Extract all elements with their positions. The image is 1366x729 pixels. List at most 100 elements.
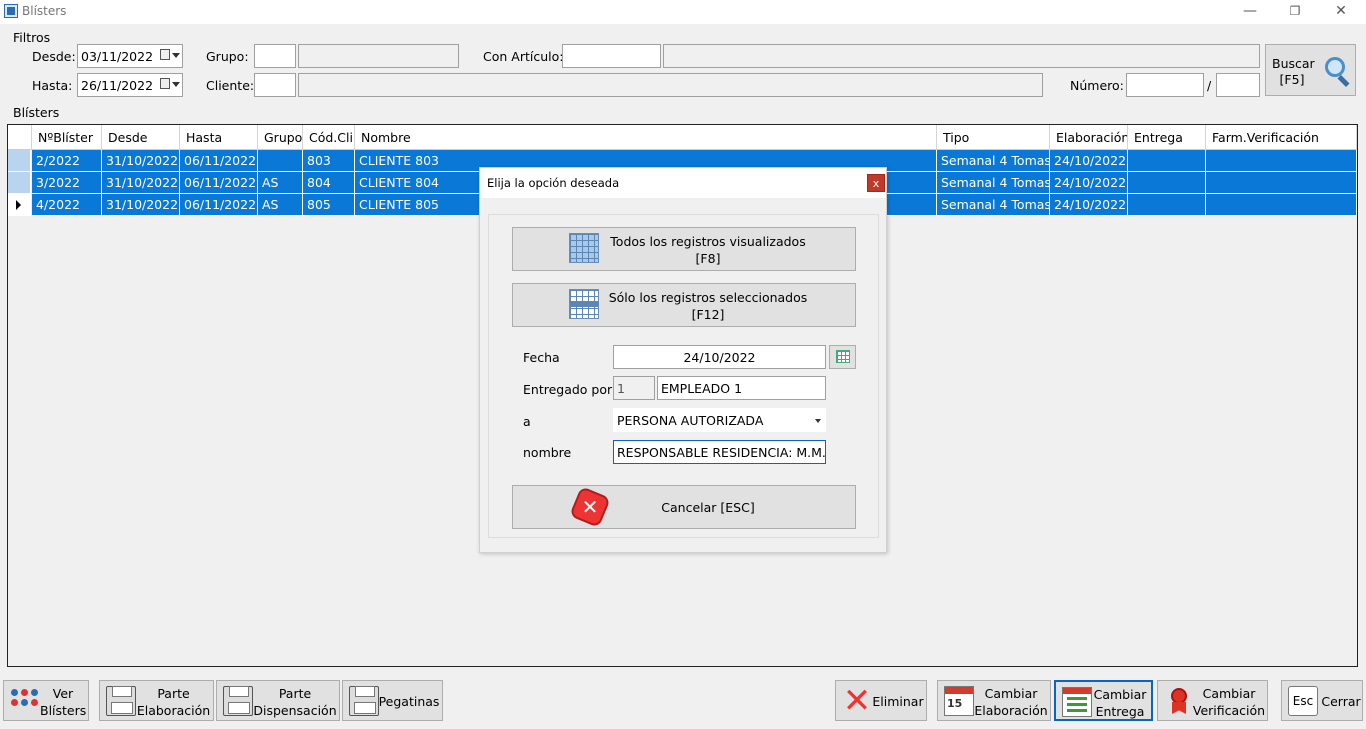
cell-num[interactable]: 3/2022	[32, 172, 102, 194]
cancel-label: Cancelar [ESC]	[661, 500, 755, 515]
col-header-entrega[interactable]: Entrega	[1128, 125, 1206, 150]
cell-hasta[interactable]: 06/11/2022	[180, 150, 258, 172]
grupo-code-input[interactable]	[254, 44, 296, 68]
a-label: a	[523, 414, 531, 429]
ver-blisters-button[interactable]: Ver Blísters	[3, 680, 89, 721]
cv-label-2: Verificación	[1192, 703, 1266, 718]
app-icon	[4, 4, 18, 18]
fecha-label: Fecha	[523, 350, 560, 365]
col-header-num[interactable]: NºBlíster	[32, 125, 102, 150]
cell-desde[interactable]: 31/10/2022	[102, 194, 180, 216]
pe-label-2: Elaboración	[136, 703, 211, 718]
entregado-code-field: 1	[613, 376, 655, 400]
cell-entrega[interactable]	[1128, 194, 1206, 216]
col-header-desde[interactable]: Desde	[102, 125, 180, 150]
pe-label-1: Parte	[157, 686, 190, 701]
current-row-indicator-icon[interactable]	[8, 194, 31, 216]
calendar-edit-icon: 15	[944, 686, 974, 716]
cerrar-label: Cerrar	[1321, 694, 1361, 709]
col-header-hasta[interactable]: Hasta	[180, 125, 258, 150]
cell-grupo[interactable]: AS	[258, 172, 303, 194]
cell-entrega[interactable]	[1128, 172, 1206, 194]
cell-elaboracion[interactable]: 24/10/2022	[1050, 194, 1128, 216]
col-header-farm-verificacion[interactable]: Farm.Verificación	[1206, 125, 1357, 150]
dialog-close-button[interactable]: x	[867, 174, 885, 192]
col-header-tipo[interactable]: Tipo	[937, 125, 1050, 150]
row-indicator[interactable]	[8, 172, 31, 194]
all-records-button[interactable]: Todos los registros visualizados [F8]	[512, 227, 856, 271]
desde-date-field[interactable]: 03/11/2022	[77, 44, 183, 68]
cen-label-2: Entrega	[1095, 704, 1145, 719]
cell-farm-verificacion[interactable]	[1206, 172, 1357, 194]
cell-farm-verificacion[interactable]	[1206, 194, 1357, 216]
cambiar-entrega-button[interactable]: Cambiar Entrega	[1054, 680, 1153, 721]
desde-calendar-dropdown-icon[interactable]	[158, 48, 180, 64]
label-printer-icon	[349, 686, 379, 716]
cell-desde[interactable]: 31/10/2022	[102, 172, 180, 194]
entregado-por-label: Entregado por	[523, 382, 613, 397]
cell-tipo[interactable]: Semanal 4 Tomas	[937, 172, 1050, 194]
articulo-name-field	[663, 44, 1260, 68]
cell-grupo[interactable]	[258, 150, 303, 172]
pegatinas-button[interactable]: Pegatinas	[342, 680, 443, 721]
cell-tipo[interactable]: Semanal 4 Tomas	[937, 194, 1050, 216]
cell-codcli[interactable]: 805	[303, 194, 355, 216]
cell-elaboracion[interactable]: 24/10/2022	[1050, 172, 1128, 194]
cell-farm-verificacion[interactable]	[1206, 150, 1357, 172]
cell-hasta[interactable]: 06/11/2022	[180, 194, 258, 216]
cambiar-verificacion-button[interactable]: Cambiar Verificación	[1157, 680, 1268, 721]
minimize-button[interactable]: —	[1227, 0, 1273, 24]
search-button[interactable]: Buscar [F5]	[1265, 44, 1356, 96]
entregado-name-input[interactable]: EMPLEADO 1	[657, 376, 826, 400]
nombre-label: nombre	[523, 445, 572, 460]
nombre-input[interactable]: RESPONSABLE RESIDENCIA: M.M.R.	[613, 440, 826, 464]
fecha-calendar-button[interactable]	[829, 345, 856, 369]
cell-entrega[interactable]	[1128, 150, 1206, 172]
cell-codcli[interactable]: 803	[303, 150, 355, 172]
articulo-code-input[interactable]	[562, 44, 661, 68]
ce-label-1: Cambiar	[984, 686, 1038, 701]
printer-icon	[223, 686, 253, 716]
parte-dispensacion-button[interactable]: Parte Dispensación	[216, 680, 340, 721]
eliminar-label: Eliminar	[872, 694, 924, 709]
a-select-value: PERSONA AUTORIZADA	[617, 413, 764, 428]
cerrar-button[interactable]: Esc Cerrar	[1281, 680, 1363, 721]
numero-year-input[interactable]	[1216, 73, 1260, 97]
cell-desde[interactable]: 31/10/2022	[102, 150, 180, 172]
search-shortcut: [F5]	[1279, 72, 1305, 87]
window-title: Blísters	[22, 4, 67, 18]
cell-num[interactable]: 2/2022	[32, 150, 102, 172]
eliminar-button[interactable]: ✕ Eliminar	[835, 680, 927, 721]
fecha-input[interactable]: 24/10/2022	[613, 345, 826, 369]
col-header-grupo[interactable]: Grupo	[258, 125, 303, 150]
cell-grupo[interactable]: AS	[258, 194, 303, 216]
grupo-label: Grupo:	[206, 49, 249, 64]
close-window-button[interactable]: ✕	[1318, 0, 1364, 24]
ce-label-2: Elaboración	[974, 703, 1048, 718]
a-select[interactable]: PERSONA AUTORIZADA	[613, 408, 826, 432]
restore-button[interactable]: ❐	[1272, 0, 1318, 24]
row-indicator[interactable]	[8, 150, 31, 172]
numero-input[interactable]	[1126, 73, 1204, 97]
cancel-button[interactable]: ✕ Cancelar [ESC]	[512, 485, 856, 529]
col-header-nombre[interactable]: Nombre	[355, 125, 937, 150]
cell-num[interactable]: 4/2022	[32, 194, 102, 216]
cell-tipo[interactable]: Semanal 4 Tomas	[937, 150, 1050, 172]
calendar-icon	[836, 350, 850, 363]
hasta-date-field[interactable]: 26/11/2022	[77, 73, 183, 97]
cen-label-1: Cambiar	[1093, 687, 1147, 702]
selected-records-button[interactable]: Sólo los registros seleccionados [F12]	[512, 283, 856, 327]
cambiar-elaboracion-button[interactable]: 15 Cambiar Elaboración	[937, 680, 1051, 721]
selected-records-label: Sólo los registros seleccionados	[608, 290, 808, 305]
desde-value: 03/11/2022	[81, 49, 154, 64]
col-header-elaboracion[interactable]: Elaboración	[1050, 125, 1128, 150]
parte-elaboracion-button[interactable]: Parte Elaboración	[99, 680, 214, 721]
cliente-code-input[interactable]	[254, 73, 296, 97]
printer-icon	[106, 686, 136, 716]
hasta-calendar-dropdown-icon[interactable]	[158, 77, 180, 93]
cell-codcli[interactable]: 804	[303, 172, 355, 194]
col-header-codcli[interactable]: Cód.Cli.	[303, 125, 355, 150]
cell-elaboracion[interactable]: 24/10/2022	[1050, 150, 1128, 172]
cell-hasta[interactable]: 06/11/2022	[180, 172, 258, 194]
dialog-title: Elija la opción deseada	[487, 176, 620, 190]
